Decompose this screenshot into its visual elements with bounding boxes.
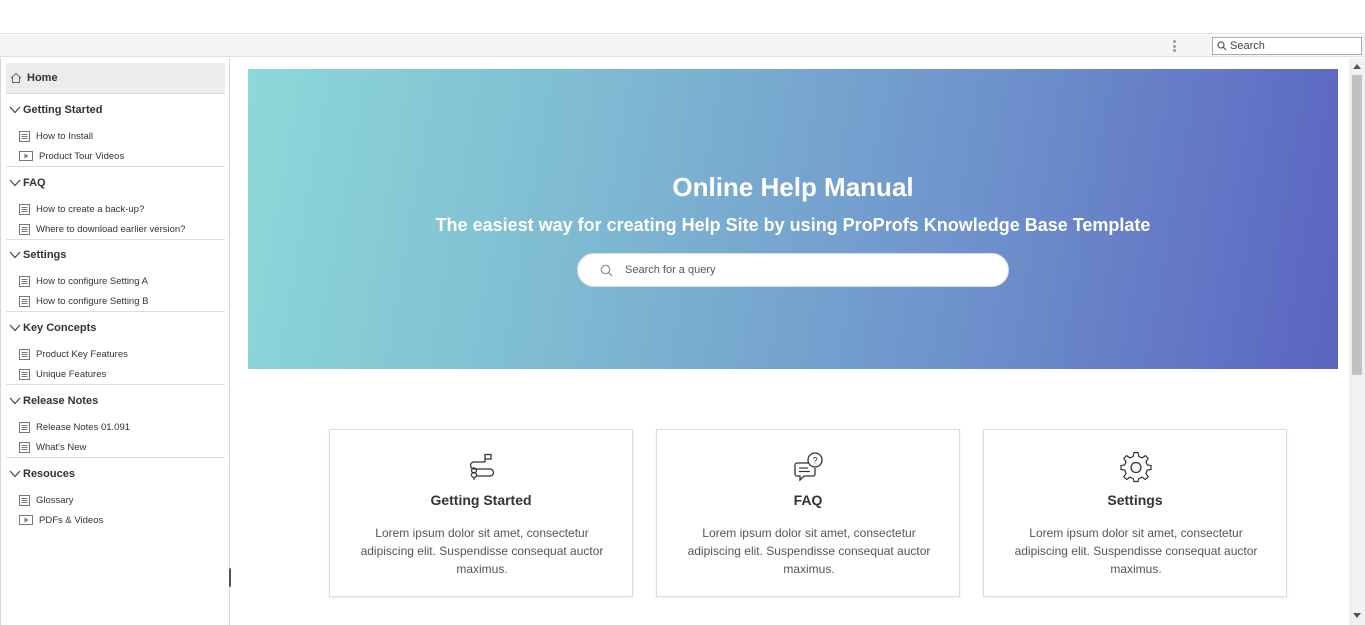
sidebar-article-item[interactable]: How to configure Setting A xyxy=(6,271,225,291)
more-options-icon[interactable] xyxy=(1168,38,1180,54)
scrollbar-thumb[interactable] xyxy=(1352,75,1362,375)
document-icon xyxy=(19,295,30,307)
sidebar-section-title: Getting Started xyxy=(23,104,103,116)
sidebar-article-label: Where to download earlier version? xyxy=(36,223,186,235)
sidebar-article-label: Unique Features xyxy=(36,368,107,380)
hero-search-input[interactable] xyxy=(625,264,985,276)
sidebar-article-label: How to configure Setting A xyxy=(36,275,148,287)
roadmap-icon xyxy=(469,453,495,480)
home-icon xyxy=(10,72,22,83)
sidebar-section-header[interactable]: Settings xyxy=(6,244,225,266)
scroll-up-icon[interactable] xyxy=(1353,64,1361,69)
sidebar-item-home[interactable]: Home xyxy=(6,63,225,94)
sidebar-article-label: How to create a back-up? xyxy=(36,203,145,215)
hero-subtitle: The easiest way for creating Help Site b… xyxy=(435,215,1151,235)
sidebar-article-item[interactable]: What's New xyxy=(6,437,225,457)
sidebar-section-title: Resouces xyxy=(23,468,75,480)
document-icon xyxy=(19,441,30,453)
card-title: Settings xyxy=(1107,492,1163,508)
top-header-bar xyxy=(0,0,1365,34)
document-icon xyxy=(19,275,30,287)
video-icon xyxy=(19,515,33,525)
sidebar-section-title: Release Notes xyxy=(23,395,99,407)
video-icon xyxy=(19,151,33,161)
document-icon xyxy=(19,494,30,506)
search-icon xyxy=(600,264,613,277)
card-description: Lorem ipsum dolor sit amet, consectetur … xyxy=(687,526,931,576)
category-card-settings[interactable]: Settings Lorem ipsum dolor sit amet, con… xyxy=(983,429,1287,597)
card-description: Lorem ipsum dolor sit amet, consectetur … xyxy=(360,526,604,576)
hero-search-box[interactable] xyxy=(577,253,1009,287)
toolbar-search-box[interactable] xyxy=(1212,37,1362,55)
sidebar-article-label: How to configure Setting B xyxy=(36,295,149,307)
sidebar-section-title: Settings xyxy=(23,249,67,261)
sidebar-nav: Home Getting Started How to Install Prod… xyxy=(0,58,230,625)
sidebar-section-title: FAQ xyxy=(23,177,46,189)
category-card-faq[interactable]: ? FAQ Lorem ipsum dolor sit amet, consec… xyxy=(656,429,960,597)
scroll-down-icon[interactable] xyxy=(1353,613,1361,618)
sidebar-article-label: Release Notes 01.091 xyxy=(36,421,131,433)
card-description: Lorem ipsum dolor sit amet, consectetur … xyxy=(1014,526,1258,576)
sidebar-section-title: Key Concepts xyxy=(23,322,97,334)
sidebar-section-header[interactable]: Resouces xyxy=(6,463,225,485)
sidebar-article-label: PDFs & Videos xyxy=(39,514,104,526)
search-icon xyxy=(1217,41,1227,51)
sidebar-article-label: How to Install xyxy=(36,130,94,142)
sidebar-section-settings: Settings How to configure Setting A How … xyxy=(6,244,225,312)
sidebar-section-header[interactable]: Release Notes xyxy=(6,390,225,412)
sidebar-home-label: Home xyxy=(27,72,58,84)
sidebar-article-item[interactable]: How to Install xyxy=(6,126,225,146)
sidebar-article-item[interactable]: How to create a back-up? xyxy=(6,199,225,219)
sidebar-section-header[interactable]: FAQ xyxy=(6,172,225,194)
sidebar-article-label: Product Tour Videos xyxy=(39,150,125,162)
chevron-down-icon xyxy=(9,397,21,405)
document-icon xyxy=(19,348,30,360)
card-title: FAQ xyxy=(793,492,823,508)
document-icon xyxy=(19,203,30,215)
chevron-down-icon xyxy=(9,106,21,114)
toolbar xyxy=(0,35,1365,57)
gear-icon xyxy=(1120,451,1152,483)
card-title: Getting Started xyxy=(430,492,532,508)
sidebar-section-resources: Resouces Glossary PDFs & Videos xyxy=(6,463,225,530)
hero-title: Online Help Manual xyxy=(672,172,914,202)
svg-text:?: ? xyxy=(812,456,817,466)
sidebar-article-item[interactable]: Glossary xyxy=(6,490,225,510)
sidebar-section-faq: FAQ How to create a back-up? Where to do… xyxy=(6,172,225,240)
chevron-down-icon xyxy=(9,470,21,478)
sidebar-article-item[interactable]: Product Key Features xyxy=(6,344,225,364)
sidebar-article-item[interactable]: Where to download earlier version? xyxy=(6,219,225,239)
sidebar-section-header[interactable]: Getting Started xyxy=(6,99,225,121)
document-icon xyxy=(19,421,30,433)
sidebar-article-label: What's New xyxy=(36,441,87,453)
sidebar-article-label: Product Key Features xyxy=(36,348,128,360)
document-icon xyxy=(19,223,30,235)
vertical-scrollbar[interactable] xyxy=(1349,58,1365,625)
sidebar-article-item[interactable]: Unique Features xyxy=(6,364,225,384)
sidebar-section-release-notes: Release Notes Release Notes 01.091 What'… xyxy=(6,390,225,458)
chevron-down-icon xyxy=(9,179,21,187)
toolbar-search-input[interactable] xyxy=(1230,40,1355,52)
document-icon xyxy=(19,130,30,142)
sidebar-section-header[interactable]: Key Concepts xyxy=(6,317,225,339)
faq-chat-icon: ? xyxy=(794,452,823,482)
sidebar-article-label: Glossary xyxy=(36,494,74,506)
chevron-down-icon xyxy=(9,251,21,259)
chevron-down-icon xyxy=(9,324,21,332)
sidebar-section-getting-started: Getting Started How to Install Product T… xyxy=(6,99,225,167)
sidebar-article-item[interactable]: Release Notes 01.091 xyxy=(6,417,225,437)
document-icon xyxy=(19,368,30,380)
sidebar-article-item[interactable]: Product Tour Videos xyxy=(6,146,225,166)
sidebar-article-item[interactable]: How to configure Setting B xyxy=(6,291,225,311)
sidebar-article-item[interactable]: PDFs & Videos xyxy=(6,510,225,530)
main-content: Online Help Manual The easiest way for c… xyxy=(231,58,1349,625)
sidebar-section-key-concepts: Key Concepts Product Key Features Unique… xyxy=(6,317,225,385)
hero-banner: Online Help Manual The easiest way for c… xyxy=(248,69,1338,369)
category-card-getting-started[interactable]: Getting Started Lorem ipsum dolor sit am… xyxy=(329,429,633,597)
